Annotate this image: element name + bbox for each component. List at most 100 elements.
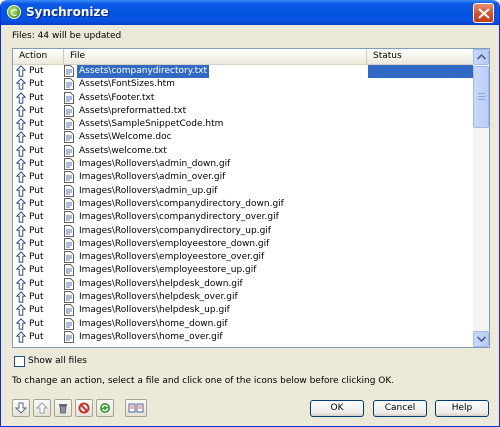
list-item[interactable]: Put Images\Rollovers\home_down.gif [13, 317, 473, 331]
ok-button[interactable]: OK [310, 400, 364, 417]
list-rows: Put Assets\companydirectory.txt Put Assets\… [13, 65, 473, 344]
list-item[interactable]: Put Images\Rollovers\home_over.gif [13, 331, 473, 344]
action-cell[interactable]: Put [15, 291, 63, 304]
delete-button[interactable] [54, 399, 72, 417]
action-cell[interactable]: Put [15, 198, 63, 211]
list-item[interactable]: Put Images\Rollovers\employeestore_up.gif [13, 264, 473, 277]
cancel-button[interactable]: Cancel [373, 400, 427, 417]
file-path: Assets\preformatted.txt [79, 105, 187, 116]
action-cell[interactable]: Put [15, 171, 63, 184]
action-cell[interactable]: Put [15, 277, 63, 291]
file-icon [64, 317, 74, 330]
get-button[interactable] [12, 399, 30, 417]
action-label: Put [29, 331, 44, 342]
list-item[interactable]: Put Images\Rollovers\admin_over.gif [13, 171, 473, 184]
scroll-thumb[interactable] [473, 66, 489, 128]
put-button[interactable] [33, 399, 51, 417]
list-item[interactable]: Put Images\Rollovers\admin_up.gif [13, 184, 473, 198]
action-label: Put [29, 132, 44, 143]
synchronize-dialog: Synchronize Files: 44 will be updated Ac… [0, 0, 500, 427]
file-path: Assets\Footer.txt [79, 92, 155, 103]
get-arrow-down-icon [15, 402, 27, 414]
put-arrow-up-icon [16, 118, 26, 130]
put-arrow-up-icon [16, 331, 26, 343]
put-arrow-up-icon [16, 105, 26, 117]
action-label: Put [29, 198, 44, 209]
action-cell[interactable]: Put [15, 144, 63, 158]
action-cell[interactable]: Put [15, 317, 63, 331]
action-cell[interactable]: Put [15, 238, 63, 251]
scroll-up-button[interactable] [473, 49, 489, 65]
ignore-button[interactable] [75, 399, 93, 417]
list-item[interactable]: Put Assets\Welcome.doc [13, 131, 473, 144]
file-list[interactable]: Action File Status Put Assets\companydire… [12, 48, 490, 348]
action-cell[interactable]: Put [15, 331, 63, 344]
action-cell[interactable]: Put [15, 118, 63, 131]
status-cell [368, 278, 473, 291]
list-item[interactable]: Put Assets\SampleSnippetCode.htm [13, 118, 473, 131]
status-cell [368, 198, 473, 211]
list-item[interactable]: Put Images\Rollovers\employeestore_over.g… [13, 251, 473, 264]
put-arrow-up-icon [16, 291, 26, 303]
action-cell[interactable]: Put [15, 78, 63, 91]
list-item[interactable]: Put Assets\Footer.txt [13, 91, 473, 105]
action-cell[interactable]: Put [15, 251, 63, 264]
title-bar[interactable]: Synchronize [1, 0, 499, 25]
compare-button[interactable] [125, 399, 147, 417]
action-cell[interactable]: Put [15, 304, 63, 317]
help-button[interactable]: Help [435, 400, 489, 417]
action-label: Put [29, 105, 44, 116]
list-item[interactable]: Put Images\Rollovers\helpdesk_over.gif [13, 291, 473, 304]
list-item[interactable]: Put Assets\FontSizes.htm [13, 78, 473, 91]
status-cell [368, 105, 473, 118]
list-item[interactable]: Put Images\Rollovers\helpdesk_down.gif [13, 277, 473, 291]
file-path: Images\Rollovers\admin_down.gif [79, 159, 231, 170]
action-cell[interactable]: Put [15, 105, 63, 118]
compare-icon [128, 403, 144, 413]
list-item[interactable]: Put Images\Rollovers\employeestore_down.g… [13, 237, 473, 251]
file-icon [64, 158, 74, 170]
show-all-files-label: Show all files [28, 356, 87, 366]
list-item[interactable]: Put Assets\preformatted.txt [13, 104, 473, 118]
list-item[interactable]: Put Assets\welcome.txt [13, 144, 473, 158]
close-button[interactable] [473, 3, 494, 23]
file-path: Images\Rollovers\helpdesk_up.gif [79, 305, 230, 316]
action-cell[interactable]: Put [15, 131, 63, 144]
column-header-action[interactable]: Action [13, 49, 64, 64]
ignore-no-icon [78, 402, 90, 414]
put-arrow-up-icon [16, 317, 26, 330]
action-label: Put [29, 119, 44, 130]
action-cell[interactable]: Put [15, 264, 63, 277]
put-arrow-up-icon [16, 198, 26, 210]
show-all-files-checkbox[interactable] [14, 356, 25, 367]
action-cell[interactable]: Put [15, 65, 63, 78]
list-item[interactable]: Put Assets\companydirectory.txt [13, 65, 473, 78]
synchronize-icon [7, 5, 21, 19]
action-label: Put [29, 278, 44, 289]
list-item[interactable]: Put Images\Rollovers\companydirectory_dow… [13, 198, 473, 211]
list-item[interactable]: Put Images\Rollovers\admin_down.gif [13, 158, 473, 171]
action-cell[interactable]: Put [15, 184, 63, 198]
put-arrow-up-icon [16, 251, 26, 263]
synchronized-button[interactable] [96, 399, 114, 417]
file-path: Assets\SampleSnippetCode.htm [79, 119, 224, 130]
list-item[interactable]: Put Images\Rollovers\helpdesk_up.gif [13, 304, 473, 317]
file-icon [64, 198, 74, 210]
put-arrow-up-icon [16, 211, 26, 223]
put-arrow-up-icon [16, 65, 26, 77]
status-cell [368, 92, 473, 105]
list-item[interactable]: Put Images\Rollovers\companydirectory_up.… [13, 224, 473, 238]
file-path: Images\Rollovers\admin_over.gif [79, 172, 226, 183]
action-cell[interactable]: Put [15, 91, 63, 105]
scroll-down-button[interactable] [473, 331, 489, 347]
action-cell[interactable]: Put [15, 158, 63, 171]
action-cell[interactable]: Put [15, 224, 63, 238]
vertical-scrollbar[interactable] [473, 49, 489, 347]
action-cell[interactable]: Put [15, 211, 63, 224]
action-label: Put [29, 292, 44, 303]
list-item[interactable]: Put Images\Rollovers\companydirectory_ove… [13, 211, 473, 224]
column-header-status[interactable]: Status [367, 49, 473, 64]
file-icon [64, 237, 74, 250]
status-cell [368, 211, 473, 224]
column-header-file[interactable]: File [64, 49, 367, 64]
